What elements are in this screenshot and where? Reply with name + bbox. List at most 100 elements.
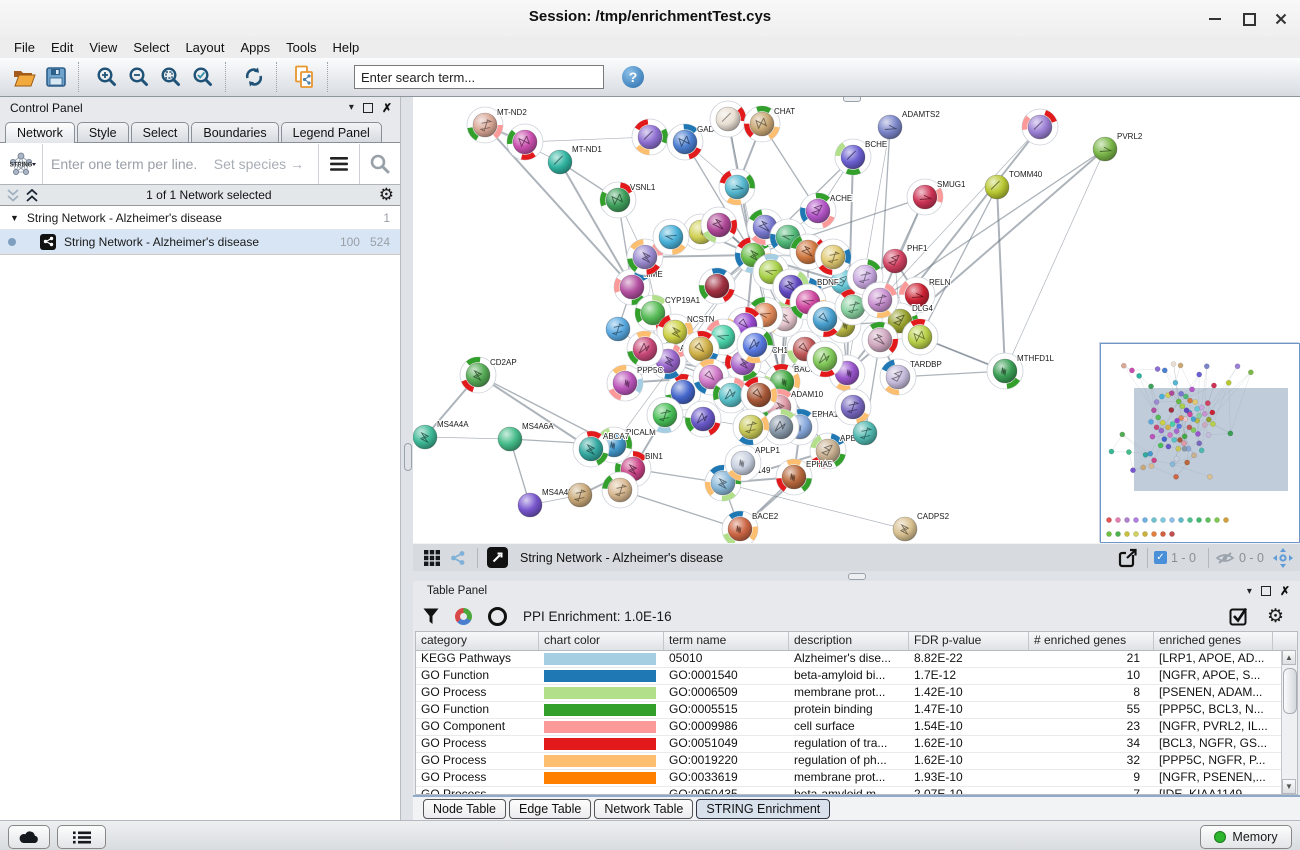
string-options-icon[interactable] (318, 144, 359, 184)
save-session-icon[interactable] (40, 61, 72, 93)
network-collection-row[interactable]: ▼ String Network - Alzheimer's disease 1 (0, 206, 400, 230)
filter-funnel-icon[interactable] (423, 608, 439, 625)
column-header-description[interactable]: description (789, 632, 909, 650)
network-options-gear-icon[interactable]: ⚙ (379, 185, 394, 205)
table-row[interactable]: GO ProcessGO:0051049regulation of tra...… (416, 736, 1297, 753)
scroll-down-icon[interactable]: ▼ (1282, 779, 1296, 794)
panel-float-icon[interactable] (363, 103, 373, 113)
panel-menu-icon[interactable]: ▾ (1247, 586, 1252, 597)
pan-compass-icon[interactable] (1270, 546, 1296, 570)
grid-view-icon[interactable] (419, 546, 445, 570)
network-node[interactable] (710, 101, 746, 137)
column-header--enriched-genes[interactable]: # enriched genes (1029, 632, 1154, 650)
menu-item-view[interactable]: View (81, 40, 125, 55)
network-node-adamts2[interactable]: ADAMTS2 (878, 110, 940, 139)
scrollbar-thumb[interactable] (1283, 668, 1297, 714)
network-node[interactable] (647, 397, 683, 433)
help-icon[interactable]: ? (622, 66, 644, 88)
panel-float-icon[interactable] (1261, 586, 1271, 596)
network-node-bche[interactable]: BCHE (835, 139, 887, 175)
network-node[interactable] (862, 282, 898, 318)
network-node[interactable] (685, 401, 721, 437)
zoom-in-icon[interactable] (91, 61, 123, 93)
network-row-selected[interactable]: String Network - Alzheimer's disease 100… (0, 230, 400, 254)
table-row[interactable]: GO FunctionGO:0001540beta-amyloid bi...1… (416, 668, 1297, 685)
network-node-epha5[interactable]: EPHA5 (776, 459, 833, 495)
network-node[interactable] (632, 119, 668, 155)
table-row[interactable]: KEGG Pathways05010Alzheimer's dise...8.8… (416, 651, 1297, 668)
table-row[interactable]: GO ProcessGO:0033619membrane prot...1.93… (416, 770, 1297, 787)
network-node-vsnl1[interactable]: VSNL1 (600, 182, 656, 218)
column-header-chart-color[interactable]: chart color (539, 632, 664, 650)
tab-style[interactable]: Style (77, 122, 129, 142)
network-node-chat[interactable]: CHAT (744, 106, 795, 142)
menu-item-tools[interactable]: Tools (278, 40, 324, 55)
menu-item-edit[interactable]: Edit (43, 40, 81, 55)
network-node[interactable] (568, 483, 592, 507)
network-node[interactable] (741, 377, 777, 413)
network-node-smug1[interactable]: SMUG1 (907, 179, 966, 215)
tab-network[interactable]: Network (5, 122, 75, 143)
open-file-icon[interactable] (8, 61, 40, 93)
select-all-checkbox-icon[interactable] (1229, 606, 1249, 626)
tab-network-table[interactable]: Network Table (594, 799, 693, 819)
scroll-up-icon[interactable]: ▲ (1282, 650, 1296, 665)
network-node-tardbp[interactable]: TARDBP (880, 359, 942, 395)
table-row[interactable]: GO ProcessGO:0050435beta-amyloid m...2.0… (416, 787, 1297, 795)
string-query-input[interactable] (43, 156, 214, 172)
network-node[interactable] (606, 317, 630, 341)
export-network-icon[interactable] (1115, 546, 1141, 570)
minimize-icon[interactable] (1202, 10, 1228, 28)
table-scrollbar[interactable]: ▲ ▼ (1281, 650, 1297, 794)
network-node[interactable] (902, 319, 938, 355)
tab-node-table[interactable]: Node Table (423, 799, 506, 819)
network-node-ppp5c[interactable]: PPP5C (607, 365, 663, 401)
canvas-top-splitter-handle[interactable] (843, 97, 861, 102)
network-node-pvrl2[interactable]: PVRL2 (1093, 132, 1143, 161)
network-from-clipboard-icon[interactable] (289, 61, 321, 93)
network-node[interactable] (719, 169, 755, 205)
network-node[interactable] (699, 268, 735, 304)
network-node[interactable] (862, 322, 898, 358)
tab-legend-panel[interactable]: Legend Panel (281, 122, 382, 142)
column-header-enriched-genes[interactable]: enriched genes (1154, 632, 1273, 650)
task-history-button[interactable] (57, 825, 106, 849)
tab-boundaries[interactable]: Boundaries (191, 122, 278, 142)
maximize-icon[interactable] (1236, 10, 1262, 28)
network-node-bace2[interactable]: BACE2 (722, 511, 779, 543)
table-row[interactable]: GO ProcessGO:0019220regulation of ph...1… (416, 753, 1297, 770)
network-node[interactable] (701, 207, 737, 243)
tab-edge-table[interactable]: Edge Table (509, 799, 591, 819)
zoom-fit-icon[interactable] (155, 61, 187, 93)
enrichment-table[interactable]: categorychart colorterm namedescriptionF… (415, 631, 1298, 795)
birds-eye-view[interactable] (1100, 343, 1300, 543)
string-database-selector[interactable]: STRING (0, 144, 43, 184)
string-search-icon[interactable] (359, 144, 400, 184)
annotation-mode-icon[interactable] (484, 546, 510, 570)
table-row[interactable]: GO FunctionGO:0005515protein binding1.47… (416, 702, 1297, 719)
cloud-tasks-button[interactable] (8, 825, 50, 849)
network-node-cadps2[interactable]: CADPS2 (893, 512, 950, 541)
network-node[interactable] (733, 409, 769, 445)
network-node-phf1[interactable]: PHF1 (883, 244, 928, 273)
network-node[interactable] (737, 327, 773, 363)
table-row[interactable]: GO ProcessGO:0006509membrane prot...1.42… (416, 685, 1297, 702)
zoom-selected-icon[interactable] (187, 61, 219, 93)
table-settings-gear-icon[interactable]: ⚙ (1267, 605, 1284, 628)
panel-close-icon[interactable]: ✗ (1280, 584, 1290, 598)
table-row[interactable]: GO ComponentGO:0009986cell surface1.54E-… (416, 719, 1297, 736)
tab-string-enrichment[interactable]: STRING Enrichment (696, 799, 830, 819)
network-node[interactable] (627, 331, 663, 367)
network-node[interactable] (815, 239, 851, 275)
selected-nodes-checkbox-icon[interactable]: ✓ (1154, 551, 1167, 564)
network-node-aplp1[interactable]: APLP1 (725, 445, 780, 481)
panel-close-icon[interactable]: ✗ (382, 101, 392, 115)
network-node[interactable] (853, 421, 877, 445)
network-node[interactable] (1022, 109, 1058, 145)
column-header-term-name[interactable]: term name (664, 632, 789, 650)
network-node-ms4a6a[interactable]: MS4A6A (498, 422, 554, 451)
network-canvas[interactable]: MT-ND2MT-ND1VSNL1GAD2CHATBCHEADAMTS2PVRL… (413, 97, 1300, 543)
string-view-icon[interactable] (445, 546, 471, 570)
panel-menu-icon[interactable]: ▾ (349, 102, 354, 113)
zoom-out-icon[interactable] (123, 61, 155, 93)
